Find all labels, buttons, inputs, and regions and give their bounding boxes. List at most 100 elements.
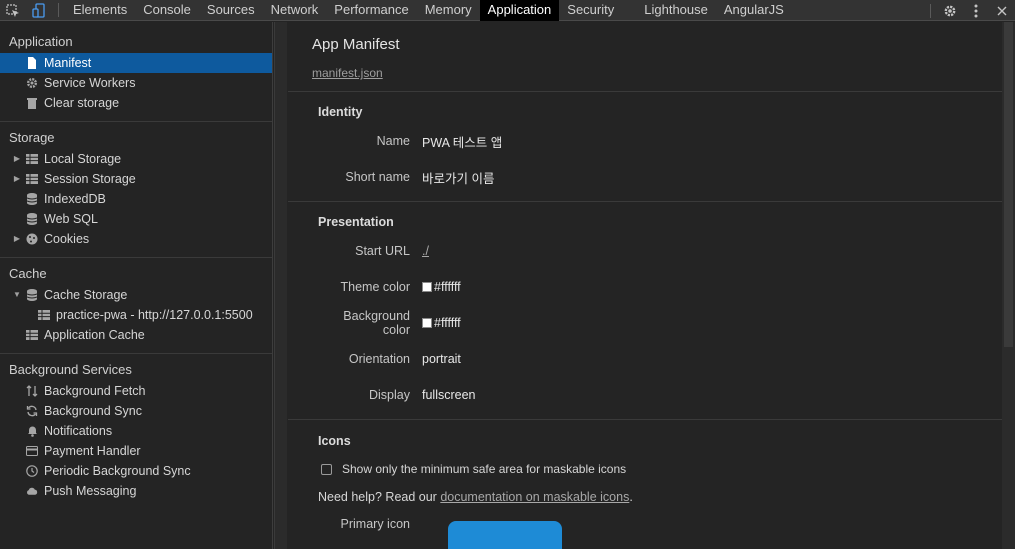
main-scrollbar[interactable] xyxy=(1002,22,1015,549)
grid-icon xyxy=(26,173,38,185)
presentation-section: Presentation Start URL ./ Theme color #f… xyxy=(288,202,1002,420)
icons-section: Icons Show only the minimum safe area fo… xyxy=(288,420,1002,549)
sidebar-item-label: Cookies xyxy=(44,232,90,246)
application-sidebar: Application Manifest Service Workers Cle… xyxy=(0,22,273,549)
sidebar-item-label: Periodic Background Sync xyxy=(44,464,191,478)
section-divider xyxy=(0,257,272,258)
sidebar-item-label: Notifications xyxy=(44,424,113,438)
field-row-name: Name PWA 테스트 앱 xyxy=(318,123,1002,159)
cookie-icon xyxy=(26,233,38,245)
sidebar-item-web-sql[interactable]: Web SQL xyxy=(0,209,272,229)
field-value-name: PWA 테스트 앱 xyxy=(422,135,503,150)
sidebar-item-periodic-background-sync[interactable]: Periodic Background Sync xyxy=(0,461,272,481)
sidebar-item-manifest[interactable]: Manifest xyxy=(0,53,272,73)
field-value-background-color: #ffffff xyxy=(434,316,461,330)
maskable-safe-area-option[interactable]: Show only the minimum safe area for mask… xyxy=(318,461,1002,477)
field-label: Primary icon xyxy=(340,517,410,531)
sidebar-scrollbar[interactable] xyxy=(274,22,287,549)
database-icon xyxy=(26,289,38,301)
tab-console[interactable]: Console xyxy=(135,0,199,21)
help-prefix: Need help? Read our xyxy=(318,490,441,504)
sidebar-item-local-storage[interactable]: ▶ Local Storage xyxy=(0,149,272,169)
color-swatch xyxy=(422,318,432,328)
scrollbar-thumb[interactable] xyxy=(1004,22,1013,347)
sidebar-item-notifications[interactable]: Notifications xyxy=(0,421,272,441)
field-label: Background color xyxy=(343,309,410,337)
sidebar-item-label: Payment Handler xyxy=(44,444,141,458)
sidebar-item-label: practice-pwa - http://127.0.0.1:5500 xyxy=(56,308,253,322)
sync-icon xyxy=(26,405,38,417)
tab-sources[interactable]: Sources xyxy=(199,0,263,21)
section-divider xyxy=(0,353,272,354)
section-title-presentation: Presentation xyxy=(318,215,394,229)
section-divider xyxy=(0,121,272,122)
field-row-orientation: Orientation portrait xyxy=(318,341,1002,377)
tab-network[interactable]: Network xyxy=(263,0,327,21)
field-value-theme-color: #ffffff xyxy=(434,280,461,294)
sidebar-item-service-workers[interactable]: Service Workers xyxy=(0,73,272,93)
field-row-start-url: Start URL ./ xyxy=(318,233,1002,269)
sidebar-item-practice-pwa-cache[interactable]: practice-pwa - http://127.0.0.1:5500 xyxy=(0,305,272,325)
tab-angularjs[interactable]: AngularJS xyxy=(716,0,792,21)
field-label: Short name xyxy=(345,170,410,184)
field-label: Name xyxy=(376,134,410,148)
close-icon[interactable] xyxy=(989,0,1015,21)
grid-icon xyxy=(26,329,38,341)
sidebar-item-application-cache[interactable]: Application Cache xyxy=(0,325,272,345)
sidebar-item-label: Local Storage xyxy=(44,152,122,166)
manifest-header: App Manifest manifest.json xyxy=(288,22,1002,92)
sidebar-item-payment-handler[interactable]: Payment Handler xyxy=(0,441,272,461)
sidebar-item-label: Manifest xyxy=(44,56,92,70)
tab-memory[interactable]: Memory xyxy=(417,0,480,21)
gear-icon xyxy=(26,77,38,89)
manifest-json-link[interactable]: manifest.json xyxy=(312,66,1002,80)
section-title-background-services: Background Services xyxy=(9,362,132,377)
sidebar-item-cookies[interactable]: ▶ Cookies xyxy=(0,229,272,249)
tab-elements[interactable]: Elements xyxy=(65,0,135,21)
section-title-icons: Icons xyxy=(318,434,351,448)
sidebar-item-label: IndexedDB xyxy=(44,192,106,206)
start-url-link[interactable]: ./ xyxy=(422,244,429,258)
field-label: Start URL xyxy=(355,244,410,258)
sidebar-item-push-messaging[interactable]: Push Messaging xyxy=(0,481,272,501)
field-label: Display xyxy=(369,388,410,402)
sidebar-item-label: Cache Storage xyxy=(44,288,128,302)
sidebar-item-background-fetch[interactable]: Background Fetch xyxy=(0,381,272,401)
tab-performance[interactable]: Performance xyxy=(326,0,416,21)
sidebar-item-indexeddb[interactable]: IndexedDB xyxy=(0,189,272,209)
color-swatch xyxy=(422,282,432,292)
section-title-storage: Storage xyxy=(9,130,55,145)
sidebar-item-clear-storage[interactable]: Clear storage xyxy=(0,93,272,113)
sidebar-item-background-sync[interactable]: Background Sync xyxy=(0,401,272,421)
tab-lighthouse[interactable]: Lighthouse xyxy=(636,0,716,21)
device-toolbar-icon[interactable] xyxy=(26,0,52,21)
tab-application[interactable]: Application xyxy=(479,0,560,21)
checkbox-label: Show only the minimum safe area for mask… xyxy=(342,462,627,476)
cloud-icon xyxy=(26,485,38,497)
field-value-orientation: portrait xyxy=(422,352,461,366)
section-title-identity: Identity xyxy=(318,105,363,119)
sidebar-item-session-storage[interactable]: ▶ Session Storage xyxy=(0,169,272,189)
gear-icon[interactable] xyxy=(937,0,963,21)
expand-arrow-icon[interactable]: ▶ xyxy=(12,169,22,189)
more-options-icon[interactable] xyxy=(963,0,989,21)
field-row-theme-color: Theme color #ffffff xyxy=(318,269,1002,305)
expand-arrow-icon[interactable]: ▶ xyxy=(12,149,22,169)
document-icon xyxy=(26,57,38,69)
tab-security[interactable]: Security xyxy=(559,0,622,21)
collapse-arrow-icon[interactable]: ▼ xyxy=(12,285,22,305)
expand-arrow-icon[interactable]: ▶ xyxy=(12,229,22,249)
trash-icon xyxy=(26,97,38,109)
bell-icon xyxy=(26,425,38,437)
field-value-short-name: 바로가기 이름 xyxy=(422,171,495,186)
maskable-docs-link[interactable]: documentation on maskable icons xyxy=(440,490,629,504)
card-icon xyxy=(26,445,38,457)
field-row-short-name: Short name 바로가기 이름 xyxy=(318,159,1002,195)
page-title: App Manifest xyxy=(312,36,400,53)
devtools-tab-bar: Elements Console Sources Network Perform… xyxy=(0,0,1015,21)
maskable-safe-area-checkbox[interactable] xyxy=(321,463,332,475)
toolbar-divider xyxy=(58,3,59,17)
inspect-element-icon[interactable] xyxy=(0,0,26,21)
section-title-application: Application xyxy=(9,34,73,49)
sidebar-item-cache-storage[interactable]: ▼ Cache Storage xyxy=(0,285,272,305)
